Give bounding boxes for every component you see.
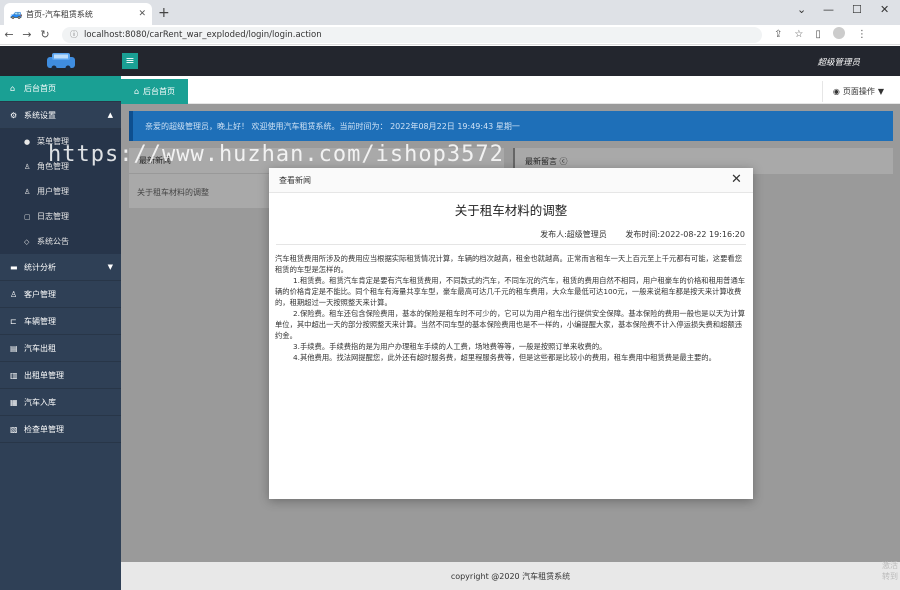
sidebar-item-label: 统计分析 [24, 262, 56, 272]
news-item-title: 关于租车材料的调整 [137, 187, 209, 197]
sidebar-item-label: 系统设置 [24, 110, 56, 120]
sidebar-subitem-label: 用户管理 [37, 187, 69, 196]
reload-icon[interactable]: ↻ [36, 28, 54, 41]
back-icon[interactable]: ← [0, 28, 18, 41]
watermark-text: https://www.huzhan.com/ishop3572 [48, 142, 504, 167]
caret-down-icon: ▼ [877, 87, 885, 96]
browser-tab[interactable]: 🚙 首页-汽车租赁系统 ✕ [4, 3, 152, 25]
car-logo-icon [46, 53, 75, 71]
page-tab-strip [121, 79, 900, 104]
sidebar-item-car-return[interactable]: ▦ 汽车入库 [0, 389, 121, 416]
close-icon[interactable]: ✕ [731, 172, 742, 187]
article-paragraph: 1.租赁费。租赁汽车肯定是要有汽车租赁费用，不同款式的汽车，不同车况的汽车，租赁… [275, 276, 746, 307]
customer-icon: ♙ [10, 289, 18, 299]
article-paragraph: 4.其他费用。找法网提醒您，此外还有超时服务费，超里程服务费等，但是这些都是比较… [293, 353, 716, 362]
sidebar-item-customers[interactable]: ♙ 客户管理 [0, 281, 121, 308]
corner-watermark: 激活 转到 [882, 561, 898, 581]
article-meta: 发布人:超级管理员 发布时间:2022-08-22 19:16:20 [269, 229, 745, 240]
article-paragraph: 汽车租赁费用所涉及的费用应当根据实际租赁情况计算，车辆的档次越高，租金也就越高。… [275, 254, 742, 274]
tab-home[interactable]: ⌂ 后台首页 [121, 79, 188, 104]
sidebar-item-statistics[interactable]: ▬ 统计分析 ▼ [0, 254, 121, 281]
sidebar-item-label: 车辆管理 [24, 316, 56, 326]
tab-home-label: 后台首页 [143, 87, 176, 96]
sidebar-item-label: 检查单管理 [24, 424, 64, 434]
notice-icon: ◇ [24, 237, 30, 246]
minimize-icon[interactable]: — [823, 3, 834, 16]
close-tab-icon[interactable]: ✕ [138, 9, 146, 19]
article-publish-time: 发布时间:2022-08-22 19:16:20 [625, 230, 745, 239]
forward-icon[interactable]: → [18, 28, 36, 41]
car-icon: 🚙 [10, 8, 23, 20]
admin-name[interactable]: 超级管理员 [817, 56, 860, 68]
browser-tab-title: 首页-汽车租赁系统 [26, 9, 93, 19]
url-field[interactable]: ⓘ localhost:8080/carRent_war_exploded/lo… [62, 26, 762, 43]
sidebar-item-rental-orders[interactable]: ▥ 出租单管理 [0, 362, 121, 389]
log-icon: ▢ [24, 212, 31, 221]
sidebar-item-vehicles[interactable]: ⊏ 车辆管理 [0, 308, 121, 335]
more-icon[interactable]: ⋮ [857, 29, 867, 40]
sidebar-item-rental[interactable]: ▤ 汽车出租 [0, 335, 121, 362]
welcome-banner: 亲爱的超级管理员，晚上好！ 欢迎使用汽车租赁系统。当前时间为： 2022年08月… [129, 111, 893, 141]
divider [276, 244, 746, 245]
home-icon: ⌂ [10, 84, 16, 93]
dot-icon: ● [24, 137, 31, 146]
article-paragraph: 2.保险费。租车还包含保险费用，基本的保险是租车时不可少的，它可以为用户租车出行… [275, 309, 746, 340]
avatar[interactable] [832, 27, 845, 42]
logo [0, 46, 121, 76]
sidebar-item-label: 后台首页 [24, 84, 56, 93]
sidebar-item-label: 汽车入库 [24, 397, 56, 407]
info-icon[interactable]: ⓘ [70, 29, 78, 40]
gear-icon: ⚙ [10, 110, 18, 120]
article-paragraph: 3.手续费。手续费指的是为用户办理租车手续的人工费，场地费等等，一般是按照订单来… [293, 342, 607, 351]
article-publisher: 发布人:超级管理员 [540, 230, 607, 239]
chart-icon: ▬ [10, 262, 18, 272]
url-text: localhost:8080/carRent_war_exploded/logi… [84, 29, 322, 40]
inspection-icon: ▧ [10, 424, 18, 434]
menu-toggle-button[interactable]: ≡ [122, 53, 138, 69]
sidebar-item-label: 汽车出租 [24, 343, 56, 353]
orders-icon: ▥ [10, 370, 18, 380]
article-body: 汽车租赁费用所涉及的费用应当根据实际租赁情况计算，车辆的档次越高，租金也就越高。… [275, 253, 748, 363]
sidebar-subitem-log[interactable]: ▢ 日志管理 [0, 204, 121, 229]
share-icon[interactable]: ⇪ [774, 29, 782, 40]
footer: copyright @2020 汽车租赁系统 [121, 562, 900, 590]
address-bar-row: ← → ↻ ⓘ localhost:8080/carRent_war_explo… [0, 25, 900, 45]
sidebar-item-label: 客户管理 [24, 289, 56, 299]
home-icon: ⌂ [133, 87, 140, 96]
caret-up-icon: ▲ [107, 111, 113, 119]
sidebar-item-system-settings[interactable]: ⚙ 系统设置 ▲ [0, 102, 121, 129]
rental-icon: ▤ [10, 343, 18, 353]
vehicle-icon: ⊏ [10, 316, 17, 326]
message-header-label: 最新留言 ⓒ [525, 156, 568, 166]
sidebar-subitem-label: 日志管理 [37, 212, 69, 221]
article-title: 关于租车材料的调整 [454, 203, 568, 218]
modal-header: 查看新闻 [269, 168, 753, 193]
role-icon: ♙ [24, 162, 31, 171]
sidebar-subitem-label: 系统公告 [37, 237, 69, 246]
sidebar-subitem-notice[interactable]: ◇ 系统公告 [0, 229, 121, 254]
maximize-icon[interactable]: ☐ [852, 3, 862, 16]
sidebar-icon[interactable]: ▯ [815, 29, 821, 40]
caret-down-icon: ▼ [107, 263, 113, 271]
return-icon: ▦ [10, 397, 18, 407]
user-icon: ♙ [24, 187, 31, 196]
new-tab-button[interactable]: + [158, 5, 170, 21]
star-icon[interactable]: ☆ [794, 29, 803, 40]
sidebar-subitem-user[interactable]: ♙ 用户管理 [0, 179, 121, 204]
chevron-down-icon[interactable]: ⌄ [797, 3, 806, 16]
copyright-text: copyright @2020 汽车租赁系统 [450, 571, 571, 581]
sidebar-item-label: 出租单管理 [24, 370, 64, 380]
page-ops-label: 页面操作 [842, 87, 875, 96]
sidebar-item-inspections[interactable]: ▧ 检查单管理 [0, 416, 121, 443]
sidebar-item-home[interactable]: ⌂ 后台首页 [0, 76, 121, 102]
close-window-icon[interactable]: ✕ [880, 3, 889, 16]
modal-header-title: 查看新闻 [279, 175, 311, 185]
page-ops-dropdown[interactable]: ◉ 页面操作 ▼ [822, 81, 894, 102]
target-icon: ◉ [832, 87, 840, 96]
